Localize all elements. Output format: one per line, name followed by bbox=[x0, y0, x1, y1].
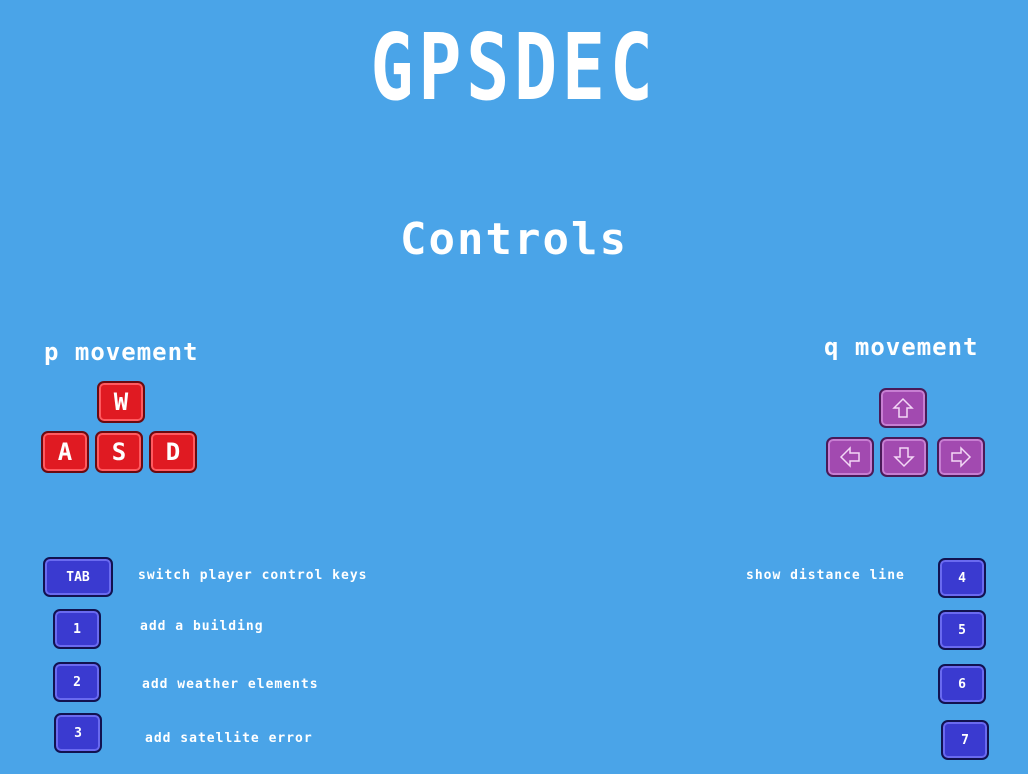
arrow-down-icon bbox=[893, 447, 915, 468]
q-movement-label: q movement bbox=[824, 333, 979, 361]
key-w[interactable]: W bbox=[97, 381, 145, 423]
key-a[interactable]: A bbox=[41, 431, 89, 473]
key-2[interactable]: 2 bbox=[53, 662, 101, 702]
key-tab[interactable]: TAB bbox=[43, 557, 113, 597]
key-6[interactable]: 6 bbox=[938, 664, 986, 704]
key-arrow-left[interactable] bbox=[826, 437, 874, 477]
game-title: GPSDEC bbox=[370, 14, 658, 121]
key-7[interactable]: 7 bbox=[941, 720, 989, 760]
key-arrow-right[interactable] bbox=[937, 437, 985, 477]
switch-keys-description: switch player control keys bbox=[138, 568, 368, 583]
key-3[interactable]: 3 bbox=[54, 713, 102, 753]
arrow-left-icon bbox=[839, 446, 860, 468]
add-building-description: add a building bbox=[140, 619, 264, 634]
add-satellite-error-description: add satellite error bbox=[145, 731, 313, 746]
controls-heading: Controls bbox=[400, 214, 628, 265]
key-4[interactable]: 4 bbox=[938, 558, 986, 598]
add-weather-description: add weather elements bbox=[142, 677, 319, 692]
arrow-right-icon bbox=[951, 446, 972, 468]
key-s[interactable]: S bbox=[95, 431, 143, 473]
key-arrow-down[interactable] bbox=[880, 437, 928, 477]
key-5[interactable]: 5 bbox=[938, 610, 986, 650]
key-arrow-up[interactable] bbox=[879, 388, 927, 428]
key-d[interactable]: D bbox=[149, 431, 197, 473]
p-movement-label: p movement bbox=[44, 338, 199, 366]
distance-line-description: show distance line bbox=[746, 568, 905, 583]
arrow-up-icon bbox=[892, 397, 914, 418]
key-1[interactable]: 1 bbox=[53, 609, 101, 649]
